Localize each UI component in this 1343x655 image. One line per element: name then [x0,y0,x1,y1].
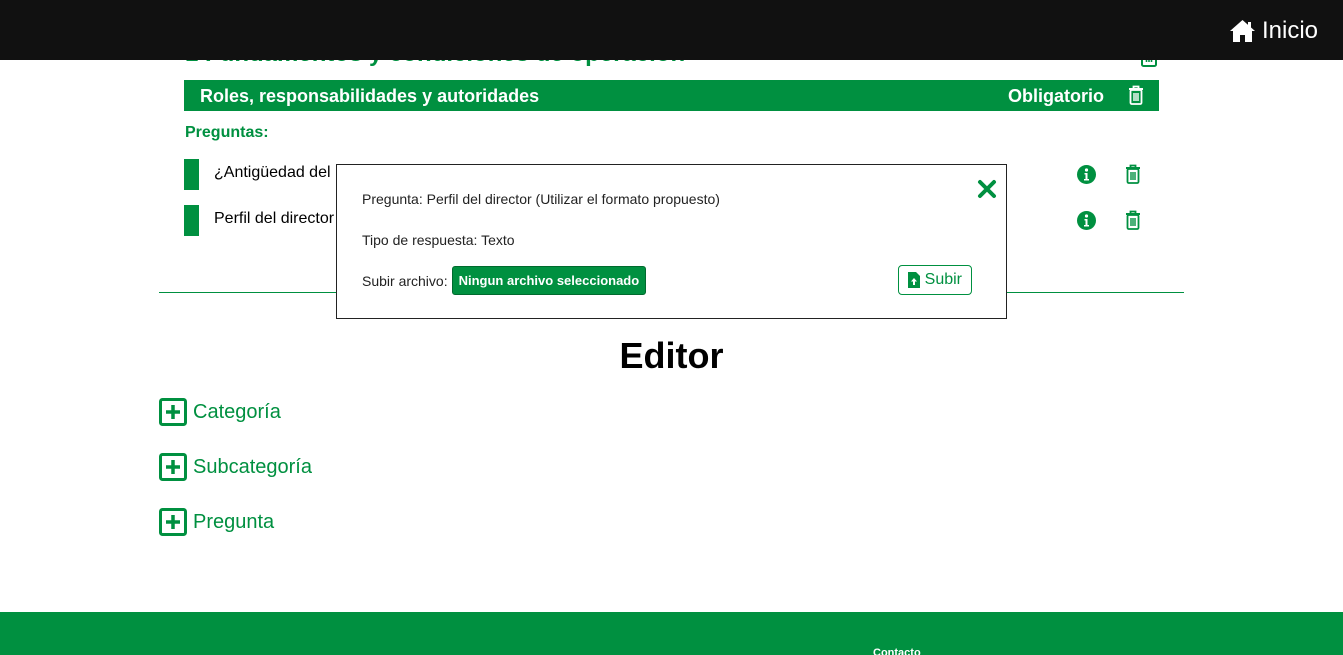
add-question-button[interactable]: Pregunta [159,508,274,536]
home-label: Inicio [1261,17,1318,44]
question-marker [184,205,199,236]
question-marker [184,159,199,190]
question-text[interactable]: Perfil del director [214,210,334,228]
required-badge: Obligatorio [1008,86,1104,106]
plus-square-icon [159,398,187,426]
question-detail-modal: Pregunta: Perfil del director (Utilizar … [336,164,1007,319]
plus-square-icon [159,508,187,536]
file-upload-icon [907,272,920,288]
add-subcategory-button[interactable]: Subcategoría [159,453,312,481]
trash-icon[interactable] [1125,164,1141,184]
file-upload-row: Subir archivo: Ningun archivo selecciona… [362,266,647,295]
add-subcategory-label: Subcategoría [193,455,312,478]
info-icon[interactable] [1077,211,1096,230]
top-bar: Inicio [0,0,1343,60]
plus-square-icon [159,453,187,481]
question-text[interactable]: ¿Antigüedad del [214,164,331,182]
modal-answer-type-line: Tipo de respuesta: Texto [362,232,515,248]
modal-question-line: Pregunta: Perfil del director (Utilizar … [362,191,720,207]
add-question-label: Pregunta [193,510,275,533]
add-category-label: Categoría [193,400,281,423]
trash-icon[interactable] [1128,85,1144,105]
file-select-button[interactable]: Ningun archivo seleccionado [451,266,647,295]
footer-contact-link[interactable]: Contacto [873,647,921,655]
info-icon[interactable] [1077,165,1096,184]
home-icon [1229,20,1255,42]
questions-label: Preguntas: [185,124,269,141]
close-icon[interactable] [977,179,997,199]
upload-button[interactable]: Subir [897,265,972,295]
home-link[interactable]: Inicio [1229,17,1318,45]
editor-title: Editor [619,335,724,376]
page: 1 Fundamentos y condiciones de operación… [0,0,1343,655]
upload-label: Subir archivo: [362,272,448,289]
subcategory-name: Roles, responsabilidades y autoridades [200,86,540,106]
footer: Contacto [0,612,1343,655]
subcategory-bar: Roles, responsabilidades y autoridades O… [184,80,1159,111]
upload-button-label: Subir [924,271,962,288]
add-category-button[interactable]: Categoría [159,398,281,426]
trash-icon[interactable] [1125,210,1141,230]
